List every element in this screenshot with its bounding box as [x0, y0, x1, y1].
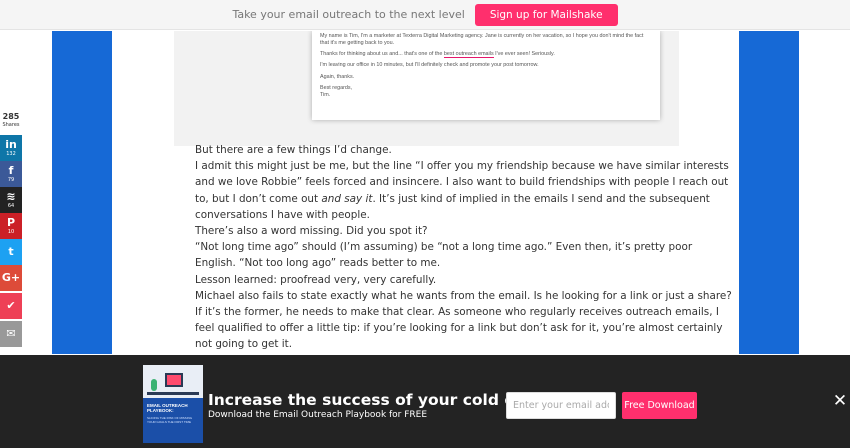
email-input[interactable] — [506, 392, 616, 419]
email-line: Best regards, — [320, 84, 353, 91]
free-download-button[interactable]: Free Download — [622, 392, 697, 419]
linkedin-icon: in — [5, 138, 17, 151]
monitor-icon — [165, 373, 183, 387]
pinterest-share-button[interactable]: P 10 — [0, 213, 22, 239]
article-line: and we love Robbie” feels forced and ins… — [195, 176, 729, 189]
article-line: to, but I don’t come out and say it. It’… — [195, 191, 710, 207]
email-screenshot-frame: My name is Tim, I'm a marketer at Texter… — [174, 31, 679, 146]
twitter-share-button[interactable]: t — [0, 239, 22, 265]
article-line: feel qualified to offer a little tip: if… — [195, 322, 723, 335]
article-line: English. “Not too long ago” reads better… — [195, 257, 441, 270]
email-highlight: best outreach emails — [443, 51, 494, 59]
article-line: If it’s the former, he needs to make tha… — [195, 305, 719, 318]
twitter-icon: t — [8, 245, 14, 258]
article-content: My name is Tim, I'm a marketer at Texter… — [112, 31, 739, 354]
email-line-part: Thanks for thinking about us and... that… — [320, 51, 443, 58]
email-line: My name is Tim, I'm a marketer at Texter… — [320, 33, 644, 46]
buffer-share-button[interactable]: ≋ 64 — [0, 187, 22, 213]
top-announcement-bar: Take your email outreach to the next lev… — [0, 0, 850, 30]
facebook-share-button[interactable]: f 79 — [0, 161, 22, 187]
linkedin-share-button[interactable]: in 132 — [0, 135, 22, 161]
playbook-cover-image: EMAIL OUTREACH PLAYBOOK: SLICING THE RIS… — [143, 365, 203, 443]
share-count: 10 — [7, 229, 15, 235]
article-line: There’s also a word missing. Did you spo… — [195, 224, 428, 237]
pocket-share-button[interactable]: ✔ — [0, 293, 22, 319]
email-line: Tim. — [320, 91, 331, 98]
promo-subtitle: Download the Email Outreach Playbook for… — [208, 410, 428, 420]
article-line: conversations I have with people. — [195, 208, 370, 221]
plant-icon — [151, 379, 157, 391]
article-line-part: to, but I don’t come out — [195, 192, 319, 205]
share-count: 79 — [7, 177, 15, 183]
share-count: 132 — [6, 151, 16, 157]
email-line-part: I've ever seen! Seriously. — [495, 51, 555, 58]
signup-mailshake-button[interactable]: Sign up for Mailshake — [474, 3, 618, 26]
book-title: EMAIL OUTREACH PLAYBOOK: — [147, 403, 188, 414]
left-blue-column — [52, 31, 112, 354]
topbar-text: Take your email outreach to the next lev… — [232, 8, 465, 21]
article-body: But there are a few things I’d change. I… — [195, 142, 732, 352]
email-line: I'm leaving our office in 10 minutes, bu… — [320, 62, 539, 69]
close-icon[interactable]: ✕ — [832, 393, 848, 410]
google-plus-icon: G+ — [1, 271, 21, 284]
article-line: Lesson learned: proofread very, very car… — [195, 273, 437, 286]
desk-icon — [147, 392, 199, 395]
email-line: Again, thanks. — [320, 73, 355, 80]
email-line: Thanks for thinking about us and... that… — [320, 51, 652, 59]
share-total: 285 Shares — [0, 112, 22, 129]
article-line: But there are a few things I’d change. — [195, 144, 392, 156]
share-total-label: Shares — [2, 122, 20, 128]
article-line: not going to get it. — [195, 338, 293, 351]
buffer-icon: ≋ — [6, 190, 16, 203]
article-line: “Not long time ago” should (I’m assuming… — [195, 241, 693, 254]
email-screenshot: My name is Tim, I'm a marketer at Texter… — [312, 31, 660, 120]
facebook-icon: f — [8, 164, 14, 177]
pinterest-icon: P — [6, 216, 16, 229]
right-blue-column — [739, 31, 799, 354]
share-total-count: 285 — [2, 112, 20, 121]
article-line: Michael also fails to state exactly what… — [195, 289, 732, 302]
email-share-button[interactable]: ✉ — [0, 321, 22, 347]
share-count: 64 — [7, 203, 15, 209]
book-subtitle: SLICING THE RISK OF MISSING YOUR GOALS T… — [147, 416, 193, 424]
article-line-part: . It’s just kind of implied in the email… — [372, 192, 710, 205]
google-plus-share-button[interactable]: G+ — [0, 265, 22, 291]
article-emphasis: and say it — [321, 192, 373, 205]
pocket-icon: ✔ — [6, 299, 16, 312]
promo-banner: EMAIL OUTREACH PLAYBOOK: SLICING THE RIS… — [0, 355, 850, 448]
page: Take your email outreach to the next lev… — [0, 0, 850, 448]
article-line: I admit this might just be me, but the l… — [195, 160, 729, 173]
mail-icon: ✉ — [6, 327, 16, 340]
